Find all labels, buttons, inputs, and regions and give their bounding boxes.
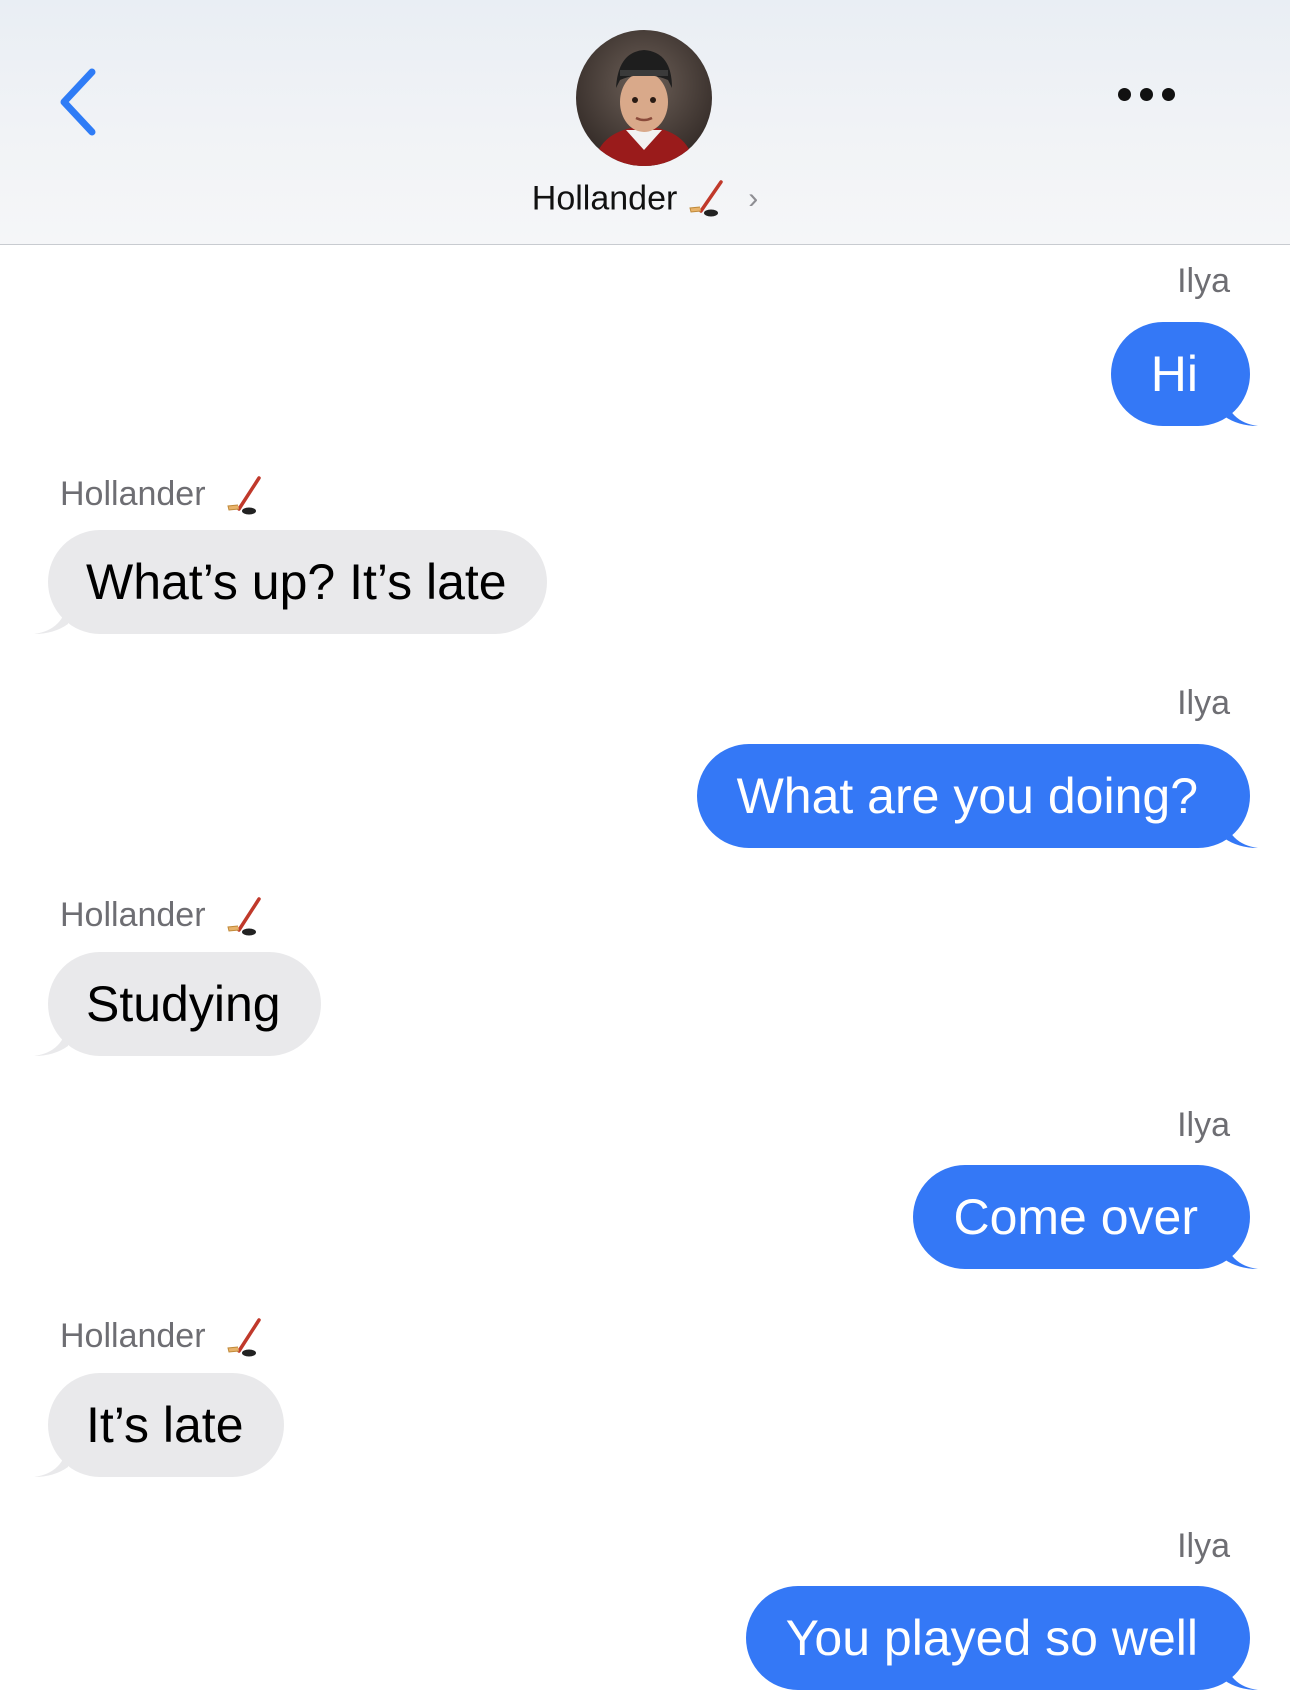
sender-label-row: Hollander (60, 895, 265, 939)
conversation-header: Hollander › (0, 0, 1290, 245)
contact-name-button[interactable]: Hollander › (0, 178, 1290, 219)
incoming-message-bubble[interactable]: What’s up? It’s late (48, 530, 547, 634)
ice-hockey-icon (227, 1318, 261, 1357)
incoming-message-bubble[interactable]: Studying (48, 952, 321, 1056)
more-icon (1118, 88, 1188, 106)
contact-avatar[interactable] (576, 30, 712, 166)
back-button[interactable] (50, 62, 110, 142)
sender-label: Hollander (60, 895, 206, 934)
sender-label: Hollander (60, 474, 206, 513)
sender-label-row: Hollander (60, 1316, 265, 1360)
contact-name: Hollander (531, 179, 678, 218)
chevron-right-icon: › (748, 182, 759, 216)
ice-hockey-icon (227, 897, 261, 936)
more-options-button[interactable] (1118, 88, 1188, 114)
bubble-tail (1224, 1235, 1258, 1269)
sender-label-row: Hollander (60, 474, 265, 518)
ice-hockey-icon (689, 180, 723, 217)
sender-label: Ilya (1177, 1106, 1230, 1144)
bubble-tail (34, 600, 68, 634)
bubble-tail (1224, 392, 1258, 426)
sender-label: Ilya (1177, 262, 1230, 300)
bubble-tail (1224, 1656, 1258, 1690)
outgoing-message-bubble[interactable]: Come over (913, 1165, 1250, 1269)
bubble-tail (34, 1443, 68, 1477)
sender-label: Ilya (1177, 684, 1230, 722)
bubble-tail (1224, 814, 1258, 848)
outgoing-message-bubble[interactable]: You played so well (745, 1586, 1250, 1690)
incoming-message-bubble[interactable]: It’s late (48, 1373, 284, 1477)
avatar-photo (576, 30, 712, 166)
ice-hockey-icon (227, 476, 261, 515)
sender-label: Ilya (1177, 1527, 1230, 1565)
sender-label: Hollander (60, 1316, 206, 1355)
bubble-tail (34, 1022, 68, 1056)
chevron-left-icon (60, 68, 96, 136)
outgoing-message-bubble[interactable]: What are you doing? (696, 744, 1250, 848)
